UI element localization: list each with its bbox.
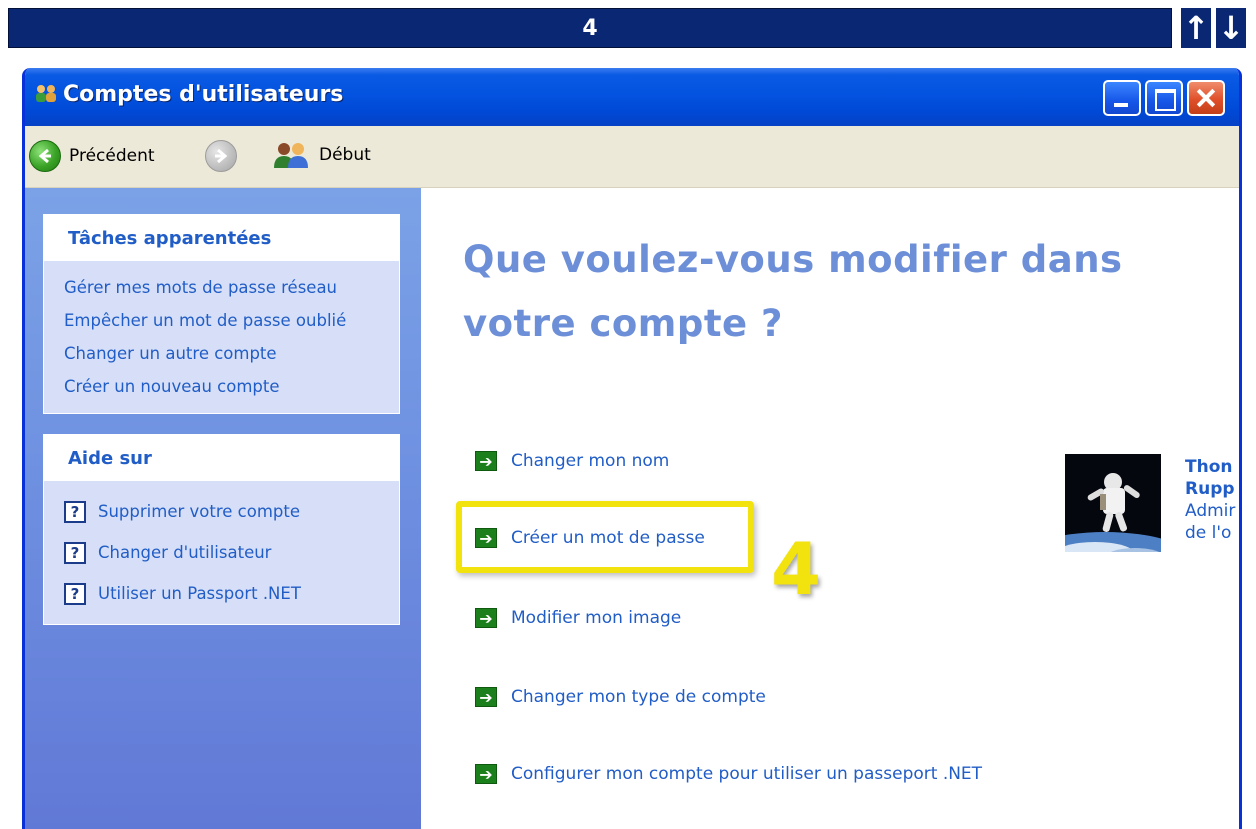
users-home-icon [274,143,308,168]
back-button[interactable]: Précédent [29,140,155,172]
title-bar[interactable]: Comptes d'utilisateurs [25,68,1239,126]
action-label: Modifier mon image [511,608,682,628]
maximize-button[interactable] [1145,80,1183,116]
forward-arrow-icon [205,140,237,172]
user-role: Admir de l'o [1185,500,1239,544]
home-label: Début [319,145,371,165]
window-title: Comptes d'utilisateurs [63,82,344,107]
page-title-line-2: votre compte ? [463,302,783,345]
green-arrow-icon: ➔ [475,764,497,784]
action-configure-passport[interactable]: ➔ Configurer mon compte pour utiliser un… [475,764,982,784]
up-arrow-icon[interactable]: ↑ [1181,8,1211,48]
related-tasks-panel: Tâches apparentées Gérer mes mots de pas… [43,214,400,414]
back-label: Précédent [69,146,155,166]
help-link-label: Supprimer votre compte [98,502,300,521]
down-arrow-icon[interactable]: ↓ [1216,8,1246,48]
help-link-switch-user[interactable]: ? Changer d'utilisateur [64,532,399,573]
task-link-prevent-forgotten-password[interactable]: Empêcher un mot de passe oublié [64,304,399,337]
user-accounts-window: Comptes d'utilisateurs Précédent Début T… [22,68,1242,829]
action-label: Changer mon nom [511,451,670,471]
related-tasks-title: Tâches apparentées [44,215,399,261]
action-create-password[interactable]: ➔ Créer un mot de passe [475,528,705,548]
avatar[interactable] [1065,454,1161,552]
user-name: Thon Rupp [1185,456,1239,500]
step-banner-label: 4 [582,15,598,41]
help-link-label: Utiliser un Passport .NET [98,584,301,603]
astronaut-picture [1065,454,1161,552]
help-panel: Aide sur ? Supprimer votre compte ? Chan… [43,434,400,625]
task-link-create-new-account[interactable]: Créer un nouveau compte [64,370,399,403]
task-link-change-another-account[interactable]: Changer un autre compte [64,337,399,370]
help-link-delete-account[interactable]: ? Supprimer votre compte [64,491,399,532]
step-marker: 4 [771,527,822,611]
action-change-name[interactable]: ➔ Changer mon nom [475,451,669,471]
forward-button[interactable] [205,140,237,172]
help-link-label: Changer d'utilisateur [98,543,272,562]
minimize-button[interactable] [1103,80,1141,116]
help-question-icon: ? [64,541,86,564]
task-link-manage-network-passwords[interactable]: Gérer mes mots de passe réseau [64,271,399,304]
help-title: Aide sur [44,435,399,481]
users-icon [36,85,56,102]
user-name-line-2: Rupp [1185,479,1235,499]
close-button[interactable] [1187,80,1225,116]
step-banner: 4 [8,8,1172,48]
user-name-line-1: Thon [1185,457,1233,477]
action-label: Changer mon type de compte [511,687,766,707]
task-pane: Tâches apparentées Gérer mes mots de pas… [25,188,421,829]
action-change-account-type[interactable]: ➔ Changer mon type de compte [475,687,766,707]
home-button[interactable]: Début [271,140,371,170]
back-arrow-icon [29,140,61,172]
user-role-line-2: de l'o [1185,523,1232,543]
green-arrow-icon: ➔ [475,451,497,471]
help-question-icon: ? [64,500,86,523]
page-title: Que voulez-vous modifier dans votre comp… [463,228,1123,356]
green-arrow-icon: ➔ [475,687,497,707]
action-label: Créer un mot de passe [511,528,705,548]
green-arrow-icon: ➔ [475,528,497,548]
main-content: Que voulez-vous modifier dans votre comp… [421,188,1239,829]
green-arrow-icon: ➔ [475,608,497,628]
help-question-icon: ? [64,582,86,605]
page-title-line-1: Que voulez-vous modifier dans [463,238,1123,281]
user-role-line-1: Admir [1185,501,1236,521]
action-change-picture[interactable]: ➔ Modifier mon image [475,608,681,628]
help-link-passport-net[interactable]: ? Utiliser un Passport .NET [64,573,399,614]
action-label: Configurer mon compte pour utiliser un p… [511,764,983,784]
toolbar: Précédent Début [25,126,1239,188]
